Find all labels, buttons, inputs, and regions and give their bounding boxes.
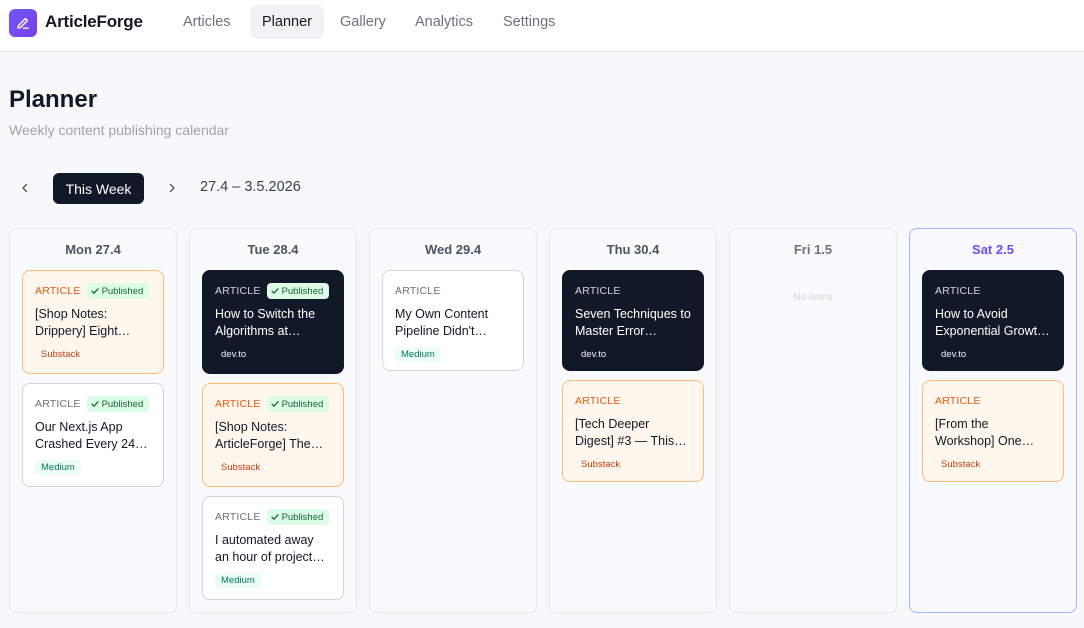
card-type-label: ARTICLE [575,285,621,297]
platform-tag: Substack [581,459,621,470]
day-header: Mon 27.4 [65,242,121,257]
published-badge: Published [86,283,150,299]
platform-tag: Substack [941,459,981,470]
card-type-label: ARTICLE [935,395,981,407]
card-title: How to Switch the Algorithms at… [215,307,316,338]
article-card[interactable]: ARTICLE Published [Shop Notes: ArticleFo… [202,383,344,487]
card-title: Our Next.js App Crashed Every 24… [35,420,148,451]
published-badge: Published [266,283,330,299]
check-icon [90,401,99,407]
card-title: How to Avoid Exponential Growt… [935,307,1050,338]
check-icon [90,288,99,294]
article-card[interactable]: ARTICLE Published Our Next.js App Crashe… [22,383,164,487]
article-card[interactable]: ARTICLE How to Avoid Exponential Growt… … [922,270,1064,371]
empty-state-text: No items [793,292,833,303]
app-name: ArticleForge [45,12,143,31]
top-navigation-bar: ArticleForge Articles Planner Gallery An… [0,0,1084,52]
week-date-range: 27.4 – 3.5.2026 [200,179,301,195]
article-card[interactable]: ARTICLE Published [Shop Notes: Drippery]… [22,270,164,374]
published-badge: Published [266,396,330,412]
day-header: Fri 1.5 [793,242,833,257]
platform-tag: Medium [35,460,81,475]
card-type-label: ARTICLE [35,398,81,410]
platform-tag: dev.to [575,347,613,362]
this-week-button[interactable]: This Week [53,173,144,204]
day-column-thu: Thu 30.4 ARTICLE Seven Techniques to Mas… [549,228,717,613]
platform-tag: Substack [41,349,81,360]
chevron-left-icon [22,183,28,193]
check-icon [270,401,279,407]
day-header: Tue 28.4 [247,242,299,257]
article-card[interactable]: ARTICLE Published How to Switch the Algo… [202,270,344,374]
day-header: Thu 30.4 [606,242,660,257]
platform-tag: dev.to [935,347,973,362]
article-card[interactable]: ARTICLE Seven Techniques to Master Error… [562,270,704,371]
day-column-mon: Mon 27.4 ARTICLE Published [Shop Notes: … [9,228,177,613]
page-title: Planner [9,86,98,113]
day-header: Sat 2.5 [972,242,1014,257]
card-type-label: ARTICLE [35,285,81,297]
platform-tag: Medium [395,347,441,362]
card-type-label: ARTICLE [575,395,621,407]
nav-planner[interactable]: Planner [250,5,324,39]
pencil-icon [17,17,29,29]
app-logo[interactable] [9,9,37,37]
platform-tag: Substack [221,462,261,473]
article-card[interactable]: ARTICLE My Own Content Pipeline Didn't H… [382,270,524,371]
previous-week-button[interactable] [13,176,37,200]
day-column-fri: Fri 1.5 No items [729,228,897,613]
day-column-tue: Tue 28.4 ARTICLE Published How to Switch… [189,228,357,613]
card-title: [Shop Notes: Drippery] Eight… [35,307,131,338]
platform-tag: Medium [215,573,261,588]
nav-settings[interactable]: Settings [491,5,567,39]
article-card[interactable]: ARTICLE Published I automated away an ho… [202,496,344,600]
page-subtitle: Weekly content publishing calendar [9,122,229,138]
nav-analytics[interactable]: Analytics [403,5,485,39]
card-title: [From the Workshop] One… [935,417,1035,448]
card-title: My Own Content Pipeline Didn't Hav… [395,307,489,338]
published-badge: Published [266,509,330,525]
next-week-button[interactable] [160,176,184,200]
card-title: I automated away an hour of project… [215,533,325,564]
check-icon [270,288,279,294]
card-type-label: ARTICLE [215,285,261,297]
card-type-label: ARTICLE [215,511,261,523]
card-type-label: ARTICLE [395,285,441,297]
nav-gallery[interactable]: Gallery [328,5,398,39]
day-column-wed: Wed 29.4 ARTICLE My Own Content Pipeline… [369,228,537,613]
article-card[interactable]: ARTICLE [From the Workshop] One… Substac… [922,380,1064,482]
chevron-right-icon [169,183,175,193]
day-column-sat: Sat 2.5 ARTICLE How to Avoid Exponential… [909,228,1077,613]
card-type-label: ARTICLE [215,398,261,410]
card-type-label: ARTICLE [935,285,981,297]
card-title: [Shop Notes: ArticleForge] The… [215,420,324,451]
published-badge: Published [86,396,150,412]
platform-tag: dev.to [215,347,253,362]
nav-articles[interactable]: Articles [171,5,243,39]
article-card[interactable]: ARTICLE [Tech Deeper Digest] #3 — This… … [562,380,704,482]
card-title: Seven Techniques to Master Error… [575,307,691,338]
day-header: Wed 29.4 [424,242,482,257]
check-icon [270,514,279,520]
card-title: [Tech Deeper Digest] #3 — This… [575,417,687,448]
